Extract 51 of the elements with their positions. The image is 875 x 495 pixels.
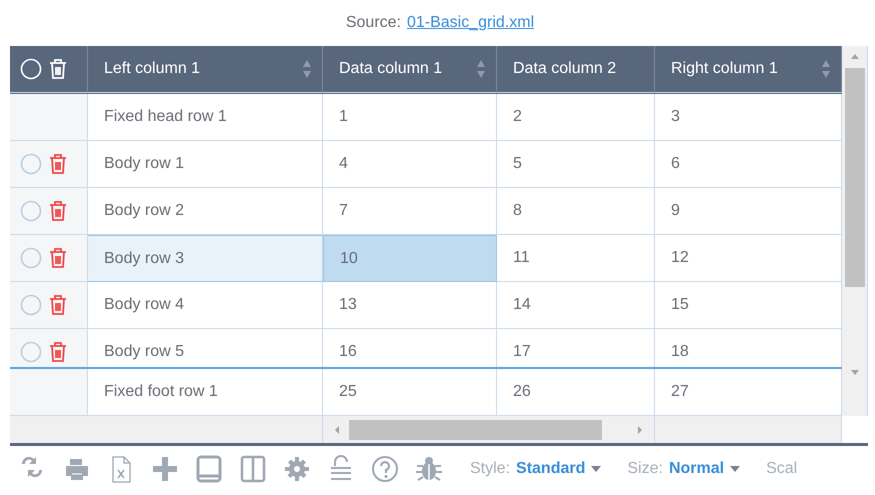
delete-icon[interactable] bbox=[48, 200, 68, 222]
radio-button[interactable] bbox=[20, 341, 42, 363]
radio-button[interactable] bbox=[20, 247, 42, 269]
toolbar-label: Scal bbox=[766, 459, 798, 479]
columns-icon[interactable] bbox=[238, 454, 268, 484]
column-header[interactable]: Data column 2 bbox=[497, 46, 655, 93]
scroll-left-icon[interactable] bbox=[333, 424, 341, 436]
sort-icon[interactable] bbox=[302, 58, 312, 80]
delete-icon[interactable] bbox=[48, 153, 68, 175]
table-cell: 1 bbox=[323, 94, 497, 141]
table-cell[interactable]: 4 bbox=[323, 141, 497, 188]
table-cell: Fixed head row 1 bbox=[88, 94, 323, 141]
table-cell[interactable]: 16 bbox=[323, 329, 497, 367]
sort-icon[interactable] bbox=[476, 58, 486, 80]
table-cell[interactable]: 5 bbox=[497, 141, 655, 188]
table-cell[interactable]: Body row 3 bbox=[88, 235, 323, 282]
table-cell[interactable]: 17 bbox=[497, 329, 655, 367]
dropdown-label: Style: bbox=[470, 459, 510, 479]
scrollbar-thumb[interactable] bbox=[844, 68, 864, 287]
table-cell[interactable]: Body row 1 bbox=[88, 141, 323, 188]
table-cell[interactable]: 13 bbox=[323, 282, 497, 329]
caret-icon[interactable] bbox=[730, 466, 740, 472]
settings-icon[interactable] bbox=[282, 454, 312, 484]
radio-button[interactable] bbox=[20, 153, 42, 175]
dropdown-toggle[interactable]: Normal bbox=[668, 457, 724, 481]
table-cell[interactable]: Body row 4 bbox=[88, 282, 323, 329]
scroll-right-icon[interactable] bbox=[636, 424, 644, 436]
caret-icon[interactable] bbox=[591, 466, 602, 472]
help-icon[interactable] bbox=[370, 454, 400, 484]
sort-icon[interactable] bbox=[821, 58, 831, 80]
vertical-scrollbar[interactable] bbox=[842, 46, 868, 416]
delete-icon[interactable] bbox=[48, 247, 68, 269]
dropdown-toggle[interactable]: Standard bbox=[516, 457, 586, 481]
delete-all-icon[interactable] bbox=[48, 58, 68, 80]
source-label: Source: bbox=[346, 13, 401, 33]
table-cell[interactable]: 11 bbox=[497, 235, 655, 282]
column-header[interactable]: Data column 1 bbox=[323, 46, 497, 93]
add-icon[interactable] bbox=[150, 454, 180, 484]
table-cell: 2 bbox=[497, 94, 655, 141]
table-cell[interactable]: 14 bbox=[497, 282, 655, 329]
delete-icon[interactable] bbox=[48, 294, 68, 316]
radio-button[interactable] bbox=[20, 294, 42, 316]
column-header[interactable]: Left column 1 bbox=[88, 46, 323, 93]
source-link[interactable]: 01-Basic_grid.xml bbox=[406, 11, 534, 35]
table-cell[interactable]: 8 bbox=[497, 188, 655, 235]
tablet-icon[interactable] bbox=[194, 454, 224, 484]
scrollbar-thumb[interactable] bbox=[349, 420, 602, 440]
dropdown-label: Size: bbox=[627, 459, 663, 479]
table-cell[interactable]: 10 bbox=[323, 235, 497, 282]
radio-button[interactable] bbox=[20, 200, 42, 222]
delete-icon[interactable] bbox=[48, 341, 68, 363]
